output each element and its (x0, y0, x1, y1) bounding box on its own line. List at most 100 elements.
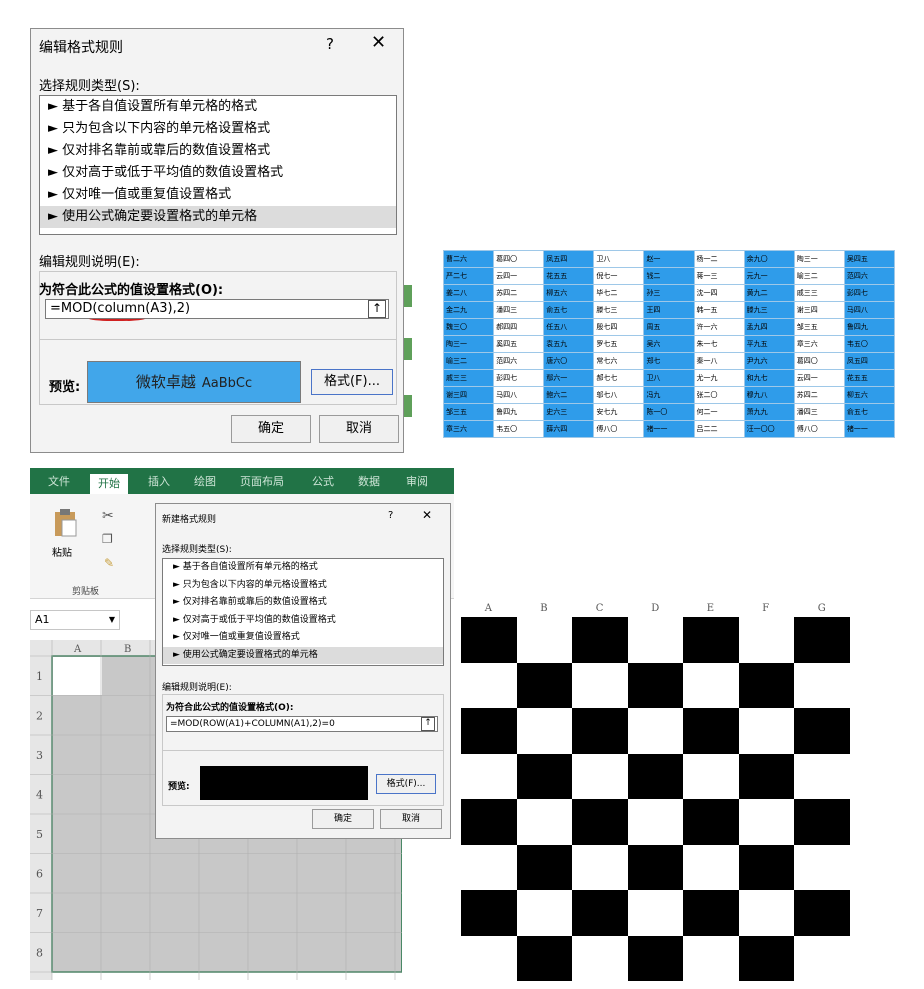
checker-cell-filled[interactable] (794, 708, 850, 754)
cut-icon[interactable]: ✂ (102, 508, 114, 524)
checker-cell-filled[interactable] (516, 662, 572, 708)
table-cell[interactable]: 云四一 (493, 267, 545, 285)
table-cell[interactable]: 彭四七 (843, 284, 896, 302)
paste-icon[interactable] (52, 508, 78, 538)
table-cell[interactable]: 元九一 (743, 267, 795, 285)
col-header[interactable]: B (540, 603, 547, 617)
row-header[interactable]: 4 (36, 789, 43, 802)
rule-type-item[interactable]: ► 仅对排名靠前或靠后的数值设置格式 (40, 140, 396, 162)
tab-data[interactable]: 数据 (358, 473, 380, 489)
tab-home[interactable]: 开始 (90, 474, 128, 494)
tab-insert[interactable]: 插入 (148, 473, 170, 489)
table-cell[interactable]: 傅八〇 (593, 420, 645, 438)
rule-type-item[interactable]: ► 基于各自值设置所有单元格的格式 (40, 96, 396, 118)
table-cell[interactable]: 傅八〇 (793, 420, 845, 438)
table-cell[interactable]: 韩一五 (693, 301, 745, 319)
table-cell[interactable]: 冯九 (643, 386, 695, 404)
row-header[interactable]: 6 (36, 868, 43, 881)
table-cell[interactable]: 范四六 (493, 352, 545, 370)
table-cell[interactable]: 喻三二 (793, 267, 845, 285)
table-cell[interactable]: 严二七 (442, 267, 495, 285)
table-cell[interactable]: 范四六 (843, 267, 896, 285)
tab-page-layout[interactable]: 页面布局 (240, 473, 284, 489)
table-cell[interactable]: 毕七二 (593, 284, 645, 302)
checker-cell-filled[interactable] (627, 844, 683, 890)
tab-file[interactable]: 文件 (48, 473, 70, 489)
table-cell[interactable]: 罗七五 (593, 335, 645, 353)
checker-cell-filled[interactable] (627, 662, 683, 708)
table-cell[interactable]: 汪一〇〇 (743, 420, 795, 438)
checker-cell-filled[interactable] (794, 890, 850, 936)
table-cell[interactable]: 金二九 (442, 301, 495, 319)
row-header[interactable]: 1 (36, 670, 43, 683)
format-button[interactable]: 格式(F)... (376, 774, 436, 794)
table-cell[interactable]: 凤五四 (843, 352, 896, 370)
help-icon[interactable]: ? (388, 510, 393, 521)
table-cell[interactable]: 平九五 (743, 335, 795, 353)
table-cell[interactable]: 赵一 (643, 250, 695, 268)
table-cell[interactable]: 王四 (643, 301, 695, 319)
table-cell[interactable]: 和九七 (743, 369, 795, 387)
table-cell[interactable]: 萧九九 (743, 403, 795, 421)
row-header[interactable]: 5 (36, 828, 43, 841)
table-cell[interactable]: 陈一〇 (643, 403, 695, 421)
copy-icon[interactable]: ❐ (102, 532, 113, 546)
table-cell[interactable]: 杨一二 (693, 250, 745, 268)
table-cell[interactable]: 殷七四 (593, 318, 645, 336)
rule-type-item[interactable]: ► 仅对高于或低于平均值的数值设置格式 (40, 162, 396, 184)
table-cell[interactable]: 喻三二 (442, 352, 495, 370)
checker-cell-filled[interactable] (627, 753, 683, 799)
table-cell[interactable]: 秦一八 (693, 352, 745, 370)
tab-review[interactable]: 审阅 (406, 473, 428, 489)
checker-cell-filled[interactable] (683, 708, 739, 754)
table-cell[interactable]: 花五五 (843, 369, 896, 387)
table-cell[interactable]: 任五八 (543, 318, 595, 336)
cancel-button[interactable]: 取消 (319, 415, 399, 443)
table-cell[interactable]: 张二〇 (693, 386, 745, 404)
table-cell[interactable]: 钱二 (643, 267, 695, 285)
tab-draw[interactable]: 绘图 (194, 473, 216, 489)
rule-type-item[interactable]: ► 仅对排名靠前或靠后的数值设置格式 (163, 594, 443, 612)
table-cell[interactable]: 何二一 (693, 403, 745, 421)
table-cell[interactable]: 尤一九 (693, 369, 745, 387)
table-cell[interactable]: 苏四二 (493, 284, 545, 302)
table-cell[interactable]: 穆九八 (743, 386, 795, 404)
table-cell[interactable]: 滕七三 (593, 301, 645, 319)
table-cell[interactable]: 戚三三 (442, 369, 495, 387)
checker-cell-filled[interactable] (738, 935, 794, 981)
col-header[interactable]: G (818, 603, 826, 617)
rule-type-item[interactable]: ► 仅对唯一值或重复值设置格式 (163, 629, 443, 647)
table-cell[interactable]: 吴四五 (843, 250, 896, 268)
tab-formulas[interactable]: 公式 (312, 473, 334, 489)
checker-cell-filled[interactable] (516, 753, 572, 799)
table-cell[interactable]: 薛六四 (543, 420, 595, 438)
checker-cell-filled[interactable] (516, 844, 572, 890)
table-cell[interactable]: 邹三五 (793, 318, 845, 336)
table-cell[interactable]: 褚一一 (843, 420, 896, 438)
table-cell[interactable]: 孙三 (643, 284, 695, 302)
col-header[interactable]: A (485, 603, 492, 617)
col-header[interactable]: C (596, 603, 604, 617)
checker-cell-filled[interactable] (461, 617, 517, 663)
help-icon[interactable]: ? (326, 35, 334, 53)
table-cell[interactable]: 孟九四 (743, 318, 795, 336)
close-icon[interactable]: ✕ (371, 32, 386, 53)
table-cell[interactable]: 苏四二 (793, 386, 845, 404)
rule-type-item[interactable]: ► 基于各自值设置所有单元格的格式 (163, 559, 443, 577)
collapse-dialog-icon[interactable]: ↑ (368, 300, 386, 318)
table-cell[interactable]: 邬七八 (593, 386, 645, 404)
checker-cell-filled[interactable] (516, 935, 572, 981)
checker-cell-filled[interactable] (738, 753, 794, 799)
checker-cell-filled[interactable] (683, 890, 739, 936)
collapse-dialog-icon[interactable]: ↑ (421, 717, 435, 731)
table-cell[interactable]: 鲍六二 (543, 386, 595, 404)
table-cell[interactable]: 鲁四九 (843, 318, 896, 336)
table-cell[interactable]: 袁五九 (543, 335, 595, 353)
table-cell[interactable]: 俞五七 (543, 301, 595, 319)
rule-type-item[interactable]: ► 仅对唯一值或重复值设置格式 (40, 184, 396, 206)
table-cell[interactable]: 朱一七 (693, 335, 745, 353)
table-cell[interactable]: 陶三一 (442, 335, 495, 353)
rule-type-item-selected[interactable]: ► 使用公式确定要设置格式的单元格 (40, 206, 396, 228)
table-cell[interactable]: 史六三 (543, 403, 595, 421)
row-header[interactable]: 3 (36, 749, 43, 762)
